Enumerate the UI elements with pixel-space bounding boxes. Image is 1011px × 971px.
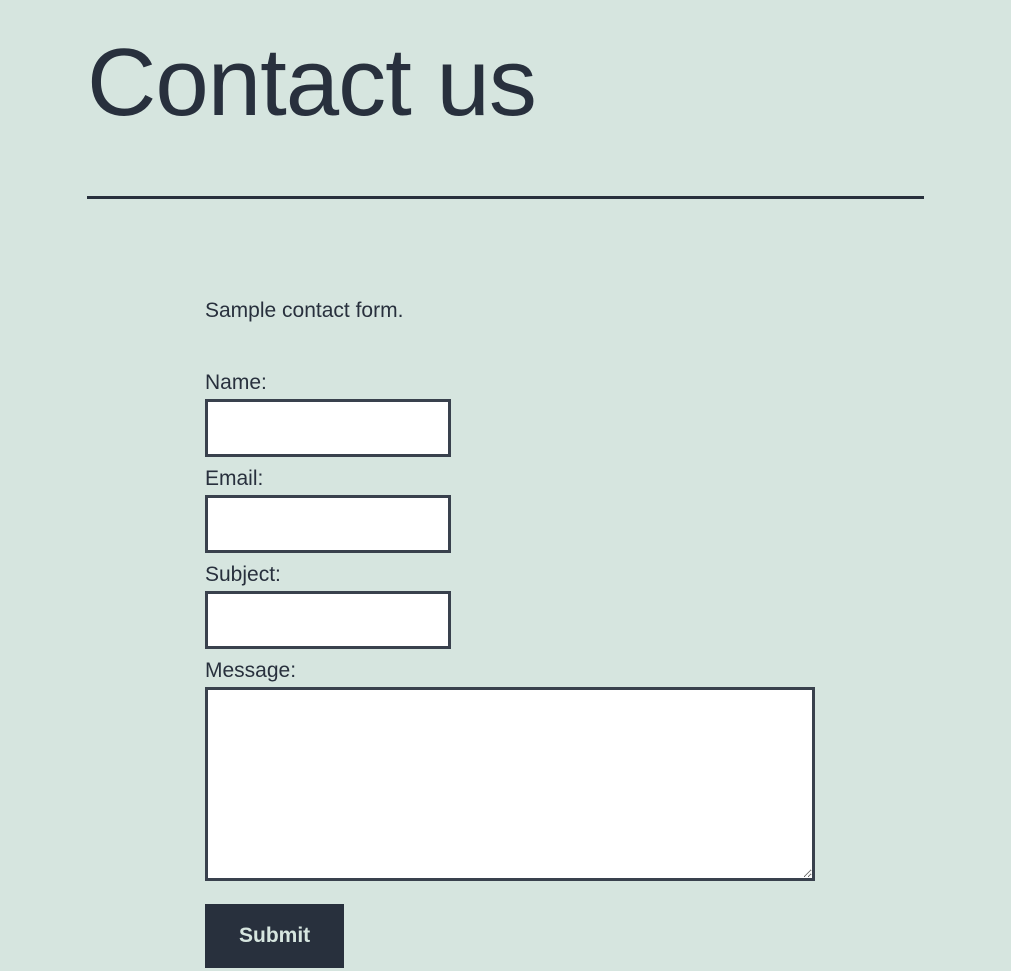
- subject-field-group: Subject:: [205, 563, 924, 649]
- page-title: Contact us: [87, 30, 924, 136]
- email-input[interactable]: [205, 495, 451, 553]
- name-field-group: Name:: [205, 371, 924, 457]
- contact-form: Sample contact form. Name: Email: Subjec…: [87, 199, 924, 968]
- name-input[interactable]: [205, 399, 451, 457]
- message-field-group: Message:: [205, 659, 924, 886]
- subject-input[interactable]: [205, 591, 451, 649]
- name-label: Name:: [205, 371, 924, 395]
- form-intro: Sample contact form.: [205, 299, 924, 323]
- email-label: Email:: [205, 467, 924, 491]
- message-label: Message:: [205, 659, 924, 683]
- subject-label: Subject:: [205, 563, 924, 587]
- email-field-group: Email:: [205, 467, 924, 553]
- message-input[interactable]: [205, 687, 815, 881]
- submit-button[interactable]: Submit: [205, 904, 344, 968]
